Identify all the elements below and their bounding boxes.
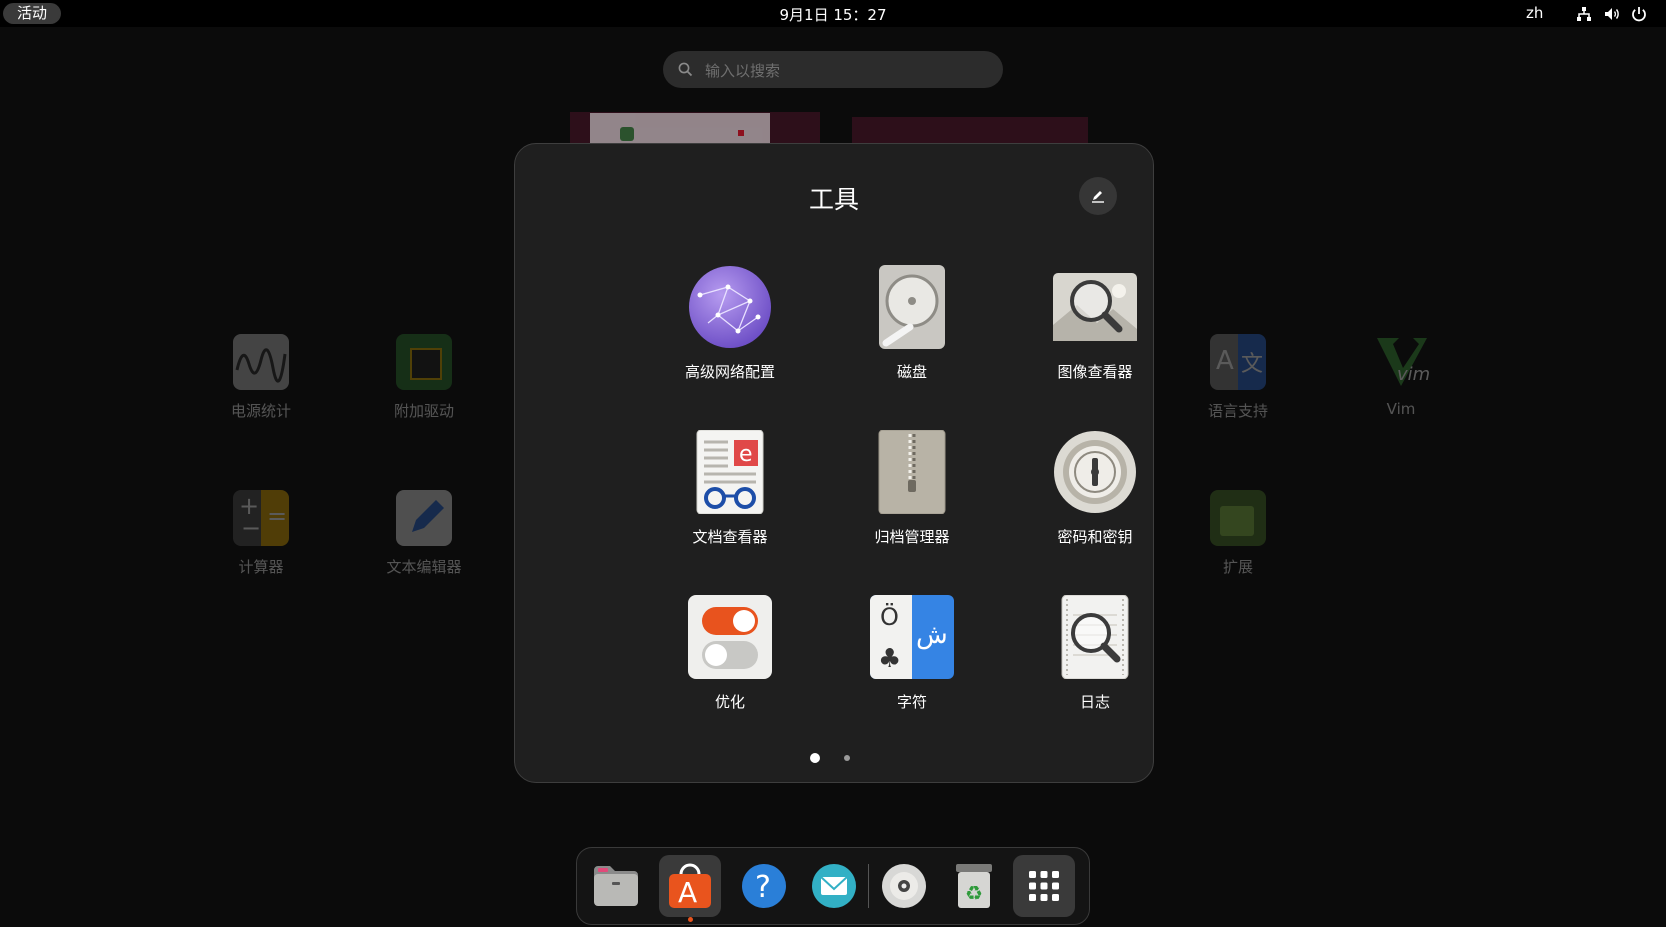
help-icon: ? <box>742 864 786 908</box>
language-support-icon: A 文 <box>1210 334 1266 390</box>
app-tweaks[interactable]: 优化 <box>650 595 810 712</box>
rename-folder-button[interactable] <box>1079 177 1117 215</box>
app-disks[interactable]: 磁盘 <box>832 265 992 382</box>
dock-disc[interactable] <box>873 855 935 917</box>
network-icon[interactable] <box>1575 5 1593 23</box>
dock-separator <box>868 864 869 908</box>
app-power-statistics[interactable]: 电源统计 <box>196 334 326 421</box>
calculator-icon: + − = <box>233 490 289 546</box>
tweaks-icon <box>688 595 772 679</box>
page-indicator-2[interactable] <box>844 755 850 761</box>
passwords-keys-icon <box>1053 430 1137 514</box>
search-bar[interactable] <box>663 51 1003 90</box>
archive-manager-icon <box>870 429 954 515</box>
app-additional-drivers[interactable]: 附加驱动 <box>359 334 489 421</box>
logs-icon <box>1053 594 1137 680</box>
search-icon <box>678 62 693 77</box>
app-vim[interactable]: vim Vim <box>1336 334 1466 418</box>
dock-files[interactable] <box>585 855 647 917</box>
page-indicator-1[interactable] <box>810 753 820 763</box>
svg-text:?: ? <box>755 870 771 905</box>
document-viewer-icon: e <box>688 429 772 515</box>
app-center-icon: A <box>669 863 711 909</box>
dock-trash[interactable]: ♻ <box>943 855 1005 917</box>
app-calculator[interactable]: + − = 计算器 <box>196 490 326 577</box>
window-thumbnail[interactable] <box>590 113 770 145</box>
svg-text:♣: ♣ <box>878 644 901 674</box>
app-network-connections[interactable]: 高级网络配置 <box>650 265 810 382</box>
top-bar: 活动 9月1日 15：27 zh <box>0 0 1666 27</box>
characters-icon: Ö ♣ ش <box>870 595 954 679</box>
edit-icon <box>1092 191 1104 203</box>
app-grid-icon <box>1029 871 1059 901</box>
search-input[interactable] <box>703 51 987 90</box>
power-statistics-icon <box>233 334 289 390</box>
mail-icon <box>812 864 856 908</box>
app-characters[interactable]: Ö ♣ ش 字符 <box>832 595 992 712</box>
svg-text:Ö: Ö <box>880 602 899 631</box>
trash-icon: ♻ <box>956 864 992 908</box>
dock-help[interactable]: ? <box>733 855 795 917</box>
app-text-editor[interactable]: 文本编辑器 <box>359 490 489 577</box>
power-icon[interactable] <box>1630 5 1648 23</box>
svg-text:A: A <box>678 876 697 909</box>
app-extensions[interactable]: 扩展 <box>1173 490 1303 577</box>
clock[interactable]: 9月1日 15：27 <box>0 0 1666 30</box>
dock-show-apps[interactable] <box>1013 855 1075 917</box>
svg-text:vim: vim <box>1397 364 1429 385</box>
volume-icon[interactable] <box>1603 5 1621 23</box>
svg-text:ش: ش <box>916 620 948 650</box>
app-document-viewer[interactable]: e 文档查看器 <box>650 429 810 547</box>
vim-icon: vim <box>1373 334 1429 390</box>
disc-icon <box>882 864 926 908</box>
folder-title[interactable]: 工具 <box>515 180 1153 216</box>
additional-drivers-icon <box>396 334 452 390</box>
svg-text:♻: ♻ <box>965 881 983 905</box>
dock: A ? ♻ <box>576 847 1090 925</box>
text-editor-icon <box>396 490 452 546</box>
app-logs[interactable]: 日志 <box>1015 594 1175 712</box>
app-passwords-keys[interactable]: 密码和密钥 <box>1015 430 1175 547</box>
input-language-indicator[interactable]: zh <box>1526 0 1543 27</box>
dock-app-center[interactable]: A <box>659 855 721 917</box>
svg-text:e: e <box>739 442 753 467</box>
extensions-icon <box>1210 490 1266 546</box>
running-indicator <box>688 917 693 922</box>
network-connections-icon <box>688 265 772 349</box>
app-archive-manager[interactable]: 归档管理器 <box>832 429 992 547</box>
dock-mail[interactable] <box>803 855 865 917</box>
app-language-support[interactable]: A 文 语言支持 <box>1173 334 1303 421</box>
app-folder-popup: 工具 高级网络配置 磁盘 图像查看器 e 文档查看器 归档管理器 密码和密钥 优… <box>514 143 1154 783</box>
files-icon <box>594 866 638 906</box>
image-viewer-icon <box>1053 265 1137 349</box>
app-image-viewer[interactable]: 图像查看器 <box>1015 265 1175 382</box>
disks-icon <box>870 265 954 349</box>
